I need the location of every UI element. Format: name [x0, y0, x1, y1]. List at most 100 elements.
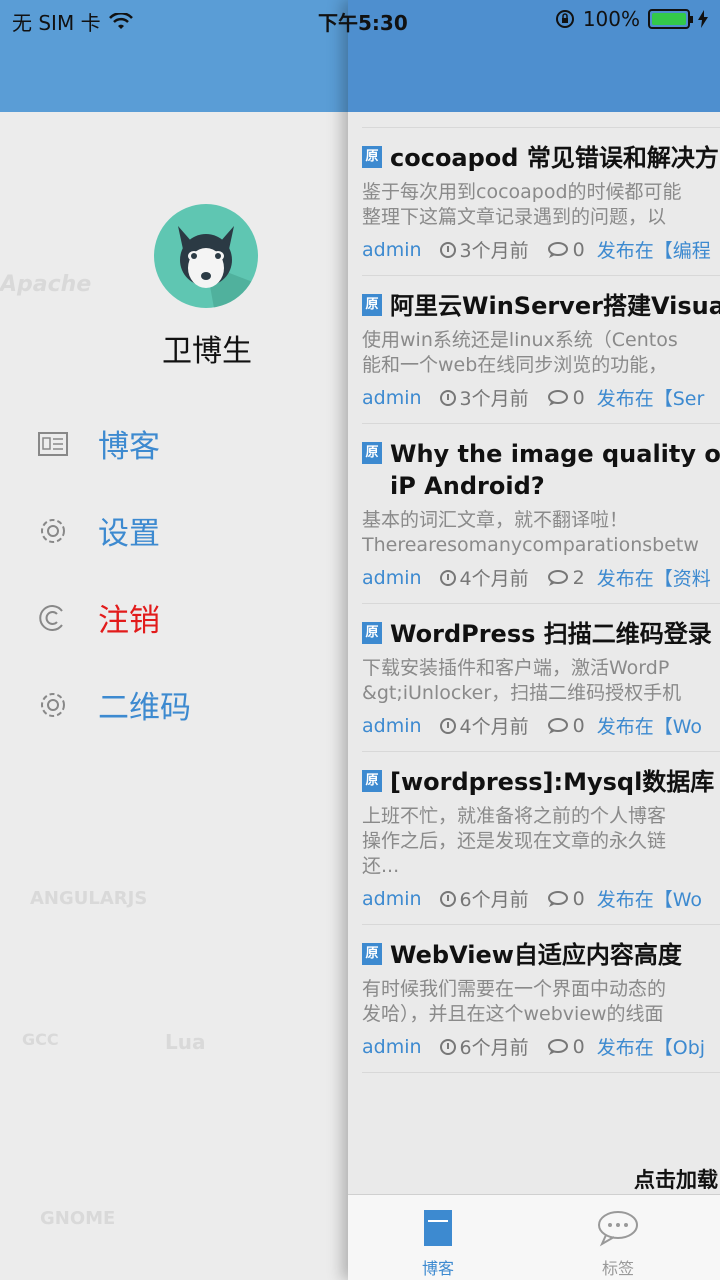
post-author[interactable]: admin [362, 1036, 422, 1058]
list-item[interactable]: 原阿里云WinServer搭建Visual 使用win系统还是linux系统（C… [362, 276, 720, 424]
tab-tags-label: 标签 [601, 1259, 634, 1278]
post-list[interactable]: 原 cocoapod 常见错误和解决方 鉴于每次用到cocoapod的时候都可能 … [348, 112, 720, 1073]
post-meta: admin 6个月前 0 发布在【Obj [362, 1033, 720, 1060]
menu-item-label: 注销 [98, 603, 160, 639]
original-badge: 原 [362, 622, 382, 644]
menu-item-settings[interactable]: 设置 [0, 487, 348, 574]
post-title-text: WebView自适应内容高度 [390, 941, 682, 969]
post-category[interactable]: 发布在【Obj [597, 1033, 705, 1060]
list-top-divider [362, 112, 720, 128]
post-category[interactable]: 发布在【Wo [597, 885, 702, 912]
post-meta: admin 3个月前 0 发布在【编程 [362, 236, 720, 263]
battery-percent: 100% [582, 7, 640, 31]
original-badge: 原 [362, 146, 382, 168]
menu-item-qrcode[interactable]: 二维码 [0, 661, 348, 748]
clock-icon [439, 241, 456, 258]
post-title[interactable]: 原 cocoapod 常见错误和解决方 [362, 142, 720, 174]
post-time: 3个月前 [439, 384, 529, 411]
list-item[interactable]: 原 cocoapod 常见错误和解决方 鉴于每次用到cocoapod的时候都可能 … [362, 128, 720, 276]
post-category[interactable]: 发布在【资料 [597, 564, 711, 591]
post-category[interactable]: 发布在【编程 [597, 236, 711, 263]
post-excerpt: 基本的词汇文章，就不翻译啦！ Therearesomanycomparation… [362, 509, 699, 556]
comment-icon [547, 241, 568, 258]
list-item[interactable]: 原 Why the image quality of iP Android? 基本… [362, 424, 720, 604]
blog-icon [424, 1210, 452, 1246]
battery-icon [648, 9, 693, 29]
post-excerpt: 有时候我们需要在一个界面中动态的 发哈），并且在这个webview的线面 [362, 978, 667, 1025]
charging-icon [698, 10, 708, 28]
post-category[interactable]: 发布在【Wo [597, 712, 702, 739]
background-logo-apache: Apache [0, 272, 92, 297]
menu-item-logout[interactable]: 注销 [0, 574, 348, 661]
post-title[interactable]: 原阿里云WinServer搭建Visual [362, 290, 720, 322]
post-comments: 0 [547, 239, 585, 261]
post-comments: 0 [547, 1036, 585, 1058]
wifi-icon [108, 12, 133, 29]
post-time: 4个月前 [439, 712, 529, 739]
news-icon [38, 429, 68, 459]
gear-icon [38, 690, 68, 720]
post-author[interactable]: admin [362, 567, 422, 589]
post-comments: 0 [547, 387, 585, 409]
post-category[interactable]: 发布在【Ser [597, 384, 705, 411]
original-badge: 原 [362, 442, 382, 464]
tab-tags[interactable]: 标签 [558, 1195, 678, 1280]
post-time: 6个月前 [439, 885, 529, 912]
chat-bubble-icon [598, 1211, 638, 1247]
post-title-text: [wordpress]:Mysql数据库 批 [390, 768, 720, 796]
comment-icon [547, 389, 568, 406]
post-comments: 0 [547, 715, 585, 737]
comment-icon [547, 890, 568, 907]
menu-item-blog[interactable]: 博客 [0, 400, 348, 487]
original-badge: 原 [362, 770, 382, 792]
tab-blog[interactable]: 博客 [378, 1195, 498, 1280]
post-time-text: 6个月前 [459, 1037, 529, 1059]
gear-icon [38, 516, 68, 546]
post-title[interactable]: 原 WebView自适应内容高度 [362, 939, 720, 971]
list-item[interactable]: 原 [wordpress]:Mysql数据库 批 上班不忙，就准备将之前的个人博客… [362, 752, 720, 925]
post-author[interactable]: admin [362, 387, 422, 409]
clock-icon [439, 1038, 456, 1055]
post-author[interactable]: admin [362, 888, 422, 910]
comment-icon [547, 1038, 568, 1055]
status-time: 下午5:30 [318, 11, 408, 35]
background-logo-gnome: GNOME [40, 1208, 116, 1229]
post-time: 6个月前 [439, 1033, 529, 1060]
tab-blog-label: 博客 [421, 1259, 454, 1278]
post-time: 4个月前 [439, 564, 529, 591]
post-comments-count: 0 [572, 238, 585, 261]
post-title[interactable]: 原 Why the image quality of iP Android? [362, 438, 720, 502]
post-author[interactable]: admin [362, 715, 422, 737]
comment-icon [547, 569, 568, 586]
clock-icon [439, 389, 456, 406]
background-logo-lua: Lua [165, 1030, 206, 1054]
post-title[interactable]: 原 [wordpress]:Mysql数据库 批 [362, 766, 720, 798]
post-comments-count: 2 [572, 566, 585, 589]
post-author[interactable]: admin [362, 239, 422, 261]
post-comments-count: 0 [572, 887, 585, 910]
post-title-text: cocoapod 常见错误和解决方 [390, 144, 719, 172]
post-time: 3个月前 [439, 236, 529, 263]
clock-icon [439, 717, 456, 734]
list-item[interactable]: 原 WebView自适应内容高度 有时候我们需要在一个界面中动态的 发哈），并且在… [362, 925, 720, 1073]
original-badge: 原 [362, 294, 382, 316]
original-badge: 原 [362, 943, 382, 965]
post-meta: admin 3个月前 0 发布在【Ser [362, 384, 720, 411]
post-excerpt: 上班不忙，就准备将之前的个人博客 操作之后，还是发现在文章的永久链 还... [362, 805, 667, 877]
post-title[interactable]: 原 WordPress 扫描二维码登录 [362, 618, 720, 650]
background-logo-angularjs: ANGULARJS [30, 888, 148, 909]
post-comments-count: 0 [572, 714, 585, 737]
side-drawer: Apache ANGULARJS GNOME GCC Lua 卫博生 博客 设置… [0, 0, 348, 1280]
list-item[interactable]: 原 WordPress 扫描二维码登录 下载安装插件和客户端，激活WordP &g… [362, 604, 720, 752]
drawer-menu: 博客 设置 注销 二维码 [0, 400, 348, 748]
rotation-lock-icon [555, 10, 574, 28]
load-more-button[interactable]: 点击加载 [634, 1164, 718, 1194]
post-excerpt: 下载安装插件和客户端，激活WordP &gt;iUnlocker，扫描二维码授权… [362, 657, 682, 704]
post-time-text: 6个月前 [459, 889, 529, 911]
status-right: 100% [555, 7, 708, 31]
post-comments-count: 0 [572, 386, 585, 409]
post-time-text: 3个月前 [459, 240, 529, 262]
avatar[interactable] [154, 204, 258, 308]
clock-icon [439, 890, 456, 907]
post-meta: admin 4个月前 0 发布在【Wo [362, 712, 720, 739]
